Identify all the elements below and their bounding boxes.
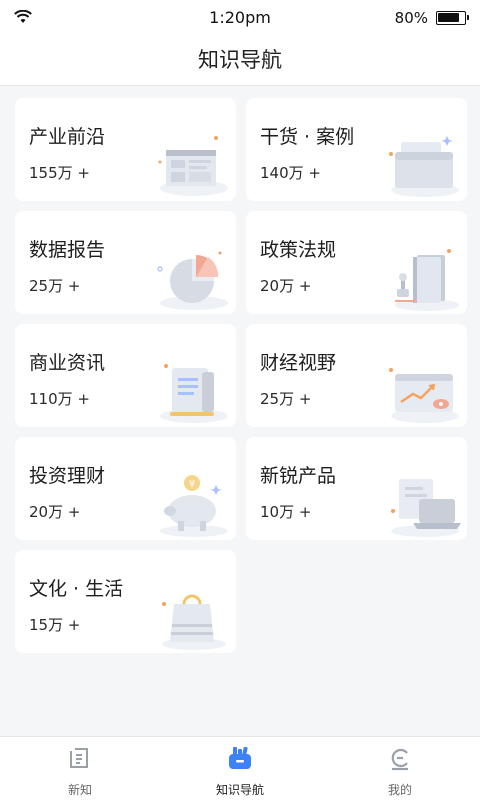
tab-label: 知识导航 [215,783,264,797]
category-count: 25万 + [29,277,81,295]
category-card-investment-finance[interactable]: 投资理财 20万 + ¥ [15,437,236,540]
trend-chart-illustration [389,368,459,423]
category-count: 155万 + [29,164,90,182]
category-grid: 产业前沿 155万 + 干货 · 案例 140万 + 数据报告 25万 + 政策… [0,86,480,736]
category-name: 新锐产品 [260,465,337,487]
category-name: 干货 · 案例 [260,126,355,148]
category-name: 商业资讯 [29,352,106,374]
category-count: 10万 + [260,503,312,521]
browser-window-illustration [158,136,228,196]
category-count: 140万 + [260,164,321,182]
shopping-bag-illustration [162,594,226,650]
category-card-data-reports[interactable]: 数据报告 25万 + [15,211,236,314]
books-icon [229,746,251,769]
tab-label: 我的 [387,783,412,797]
category-name: 投资理财 [29,465,106,487]
category-name: 政策法规 [260,239,337,261]
category-count: 15万 + [29,616,81,634]
profile-icon [391,748,408,771]
category-name: 财经视野 [260,352,337,374]
category-card-finance-vision[interactable]: 财经视野 25万 + [246,324,467,427]
tab-bar: 新知 知识导航 我的 [0,736,480,800]
category-card-policies-regulations[interactable]: 政策法规 20万 + [246,211,467,314]
tab-news[interactable]: 新知 [0,737,160,800]
battery-icon [436,11,469,25]
tab-knowledge-nav[interactable]: 知识导航 [160,737,320,800]
pie-chart-illustration [157,251,228,310]
piggy-bank-illustration: ¥ [160,475,228,537]
category-name: 数据报告 [29,239,106,261]
category-count: 20万 + [29,503,81,521]
category-card-culture-life[interactable]: 文化 · 生活 15万 + [15,550,236,653]
status-bar: 1:20pm 80% [0,0,480,36]
category-card-new-products[interactable]: 新锐产品 10万 + [246,437,467,540]
folder-documents-illustration [389,136,459,197]
news-icon [70,748,88,768]
category-card-practical-cases[interactable]: 干货 · 案例 140万 + [246,98,467,201]
svg-text:¥: ¥ [189,479,195,490]
book-stamp-illustration [395,249,459,311]
category-count: 20万 + [260,277,312,295]
battery-percentage: 80% [394,9,428,27]
category-count: 25万 + [260,390,312,408]
page-title: 知识导航 [198,48,282,72]
category-card-business-news[interactable]: 商业资讯 110万 + [15,324,236,427]
laptop-illustration [391,479,461,537]
category-name: 文化 · 生活 [29,578,124,600]
category-name: 产业前沿 [29,126,106,148]
tab-profile[interactable]: 我的 [320,737,480,800]
scroll-document-illustration [160,364,228,423]
tab-label: 新知 [67,783,92,797]
category-card-industry-frontier[interactable]: 产业前沿 155万 + [15,98,236,201]
nav-bar: 知识导航 [0,36,480,86]
category-count: 110万 + [29,390,90,408]
